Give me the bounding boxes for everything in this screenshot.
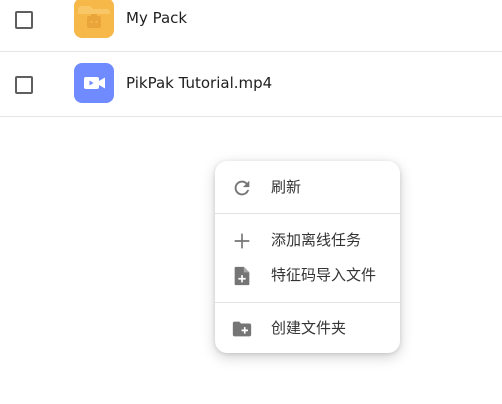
menu-item-label: 刷新 — [271, 178, 302, 196]
menu-item-import-by-hash[interactable]: 特征码导入文件 — [215, 259, 400, 291]
file-row[interactable]: PikPak Tutorial.mp4 — [0, 53, 502, 117]
menu-item-create-folder[interactable]: 创建文件夹 — [215, 312, 400, 344]
file-row[interactable]: My Pack — [0, 0, 502, 52]
video-icon — [74, 63, 114, 103]
file-name[interactable]: My Pack — [126, 8, 187, 28]
menu-item-add-offline-task[interactable]: 添加离线任务 — [215, 224, 400, 256]
folder-pack-icon — [74, 0, 114, 38]
file-name[interactable]: PikPak Tutorial.mp4 — [126, 73, 272, 93]
folder-add-icon — [231, 318, 253, 340]
refresh-icon — [231, 177, 253, 199]
row-checkbox[interactable] — [15, 76, 33, 94]
menu-item-label: 特征码导入文件 — [271, 266, 377, 284]
menu-item-refresh[interactable]: 刷新 — [215, 171, 400, 203]
row-checkbox[interactable] — [15, 11, 33, 29]
menu-item-label: 创建文件夹 — [271, 319, 347, 337]
plus-icon — [231, 230, 253, 252]
context-menu: 刷新 添加离线任务 特征码导入文件 创建文件夹 — [215, 161, 400, 353]
menu-divider — [215, 302, 400, 303]
menu-item-label: 添加离线任务 — [271, 231, 362, 249]
menu-divider — [215, 213, 400, 214]
file-add-icon — [231, 265, 253, 287]
